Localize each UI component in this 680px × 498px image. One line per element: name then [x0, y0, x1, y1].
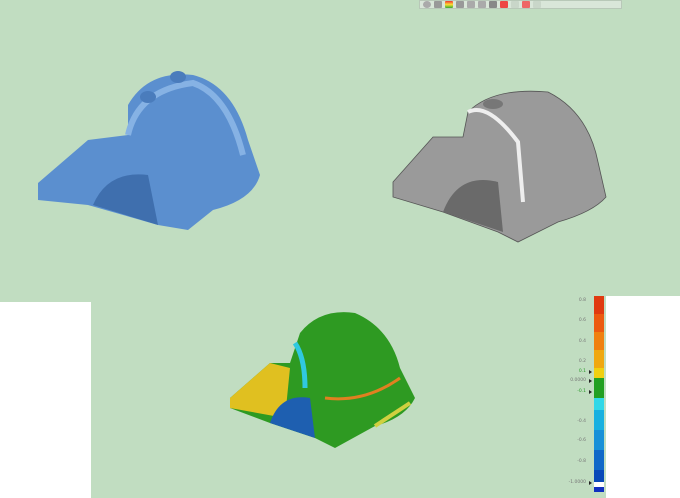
section-view-icon[interactable] [456, 1, 464, 8]
deviation-icon[interactable] [522, 1, 530, 8]
settings-icon[interactable] [533, 1, 541, 8]
zoom-fit-icon[interactable] [423, 1, 431, 8]
legend-label: -1.0000 [568, 480, 586, 485]
legend-label: 0.0000 [570, 378, 586, 383]
legend-label: -0.1 [577, 389, 586, 394]
legend-marker-icon[interactable] [589, 390, 592, 394]
view-orientation-icon[interactable] [434, 1, 442, 8]
legend-label: 0.6 [578, 318, 586, 323]
legend-label: 0.4 [578, 339, 586, 344]
display-style-icon[interactable] [445, 1, 453, 8]
edit-appearance-icon[interactable] [478, 1, 486, 8]
heads-up-toolbar [419, 0, 622, 9]
render-icon[interactable] [511, 1, 519, 8]
legend-label: 0.2 [578, 359, 586, 364]
apply-scene-icon[interactable] [500, 1, 508, 8]
viewport-strip [0, 296, 91, 302]
model-blue-scan[interactable] [28, 65, 268, 240]
legend-label: 0.8 [578, 298, 586, 303]
model-deviation-map[interactable] [225, 308, 420, 453]
deviation-color-scale [594, 296, 604, 492]
legend-marker-icon[interactable] [589, 481, 592, 485]
legend-label: -0.6 [577, 438, 586, 443]
hide-show-icon[interactable] [467, 1, 475, 8]
legend-marker-icon[interactable] [589, 370, 592, 374]
legend-label: 0.1 [578, 369, 586, 374]
legend-label: -0.4 [577, 419, 586, 424]
scene-icon[interactable] [489, 1, 497, 8]
legend-label: -0.8 [577, 459, 586, 464]
legend-marker-icon[interactable] [589, 379, 592, 383]
model-gray-cad[interactable] [388, 82, 613, 247]
